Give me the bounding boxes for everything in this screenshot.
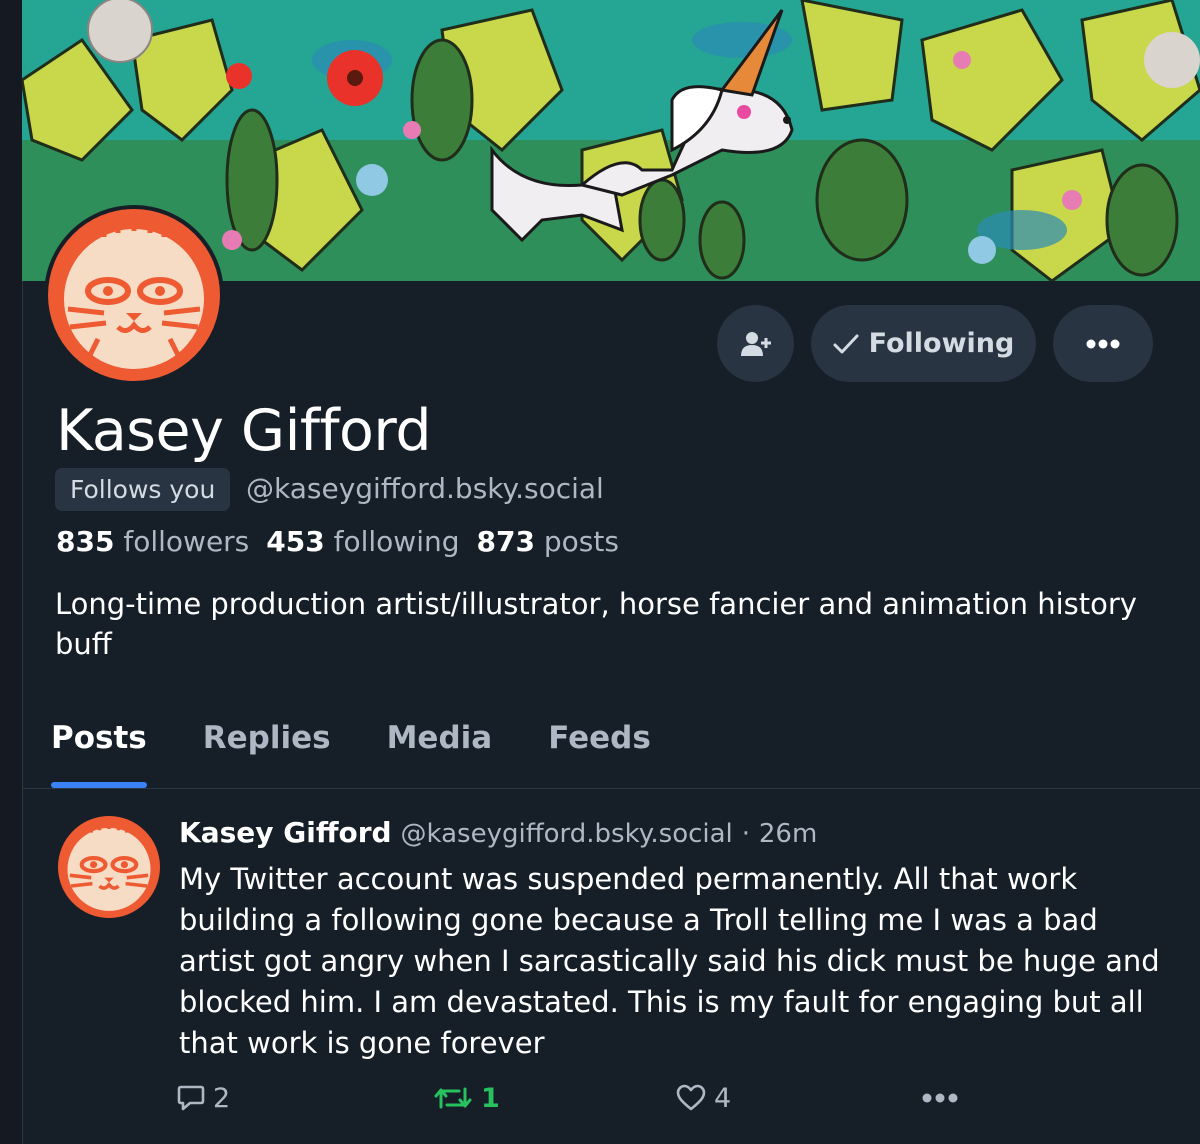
repost-count: 1 — [481, 1082, 500, 1114]
followers-stat[interactable]: 835 followers — [56, 525, 249, 558]
post-more-button[interactable] — [922, 1080, 958, 1116]
check-icon — [833, 334, 859, 353]
ellipsis-icon — [1086, 339, 1120, 348]
post-author-name[interactable]: Kasey Gifford — [179, 816, 392, 849]
follows-you-badge: Follows you — [55, 468, 231, 511]
like-button[interactable]: 4 — [676, 1080, 731, 1116]
post-author-avatar[interactable] — [58, 816, 160, 918]
following-button[interactable]: Following — [811, 305, 1036, 382]
tabs-divider — [23, 788, 1200, 789]
profile-handle: @kaseygifford.bsky.social — [246, 472, 604, 505]
profile-avatar[interactable] — [44, 205, 224, 385]
following-count: 453 — [266, 525, 325, 558]
reply-button[interactable]: 2 — [177, 1080, 230, 1116]
following-stat[interactable]: 453 following — [266, 525, 459, 558]
tab-replies[interactable]: Replies — [203, 720, 331, 788]
posts-label: posts — [543, 525, 619, 558]
repost-button[interactable]: 1 — [433, 1080, 500, 1116]
profile-display-name: Kasey Gifford — [56, 398, 432, 464]
reply-count: 2 — [213, 1082, 231, 1114]
following-button-label: Following — [868, 328, 1015, 359]
post-author-handle[interactable]: @kaseygifford.bsky.social — [401, 819, 733, 849]
posts-count: 873 — [476, 525, 535, 558]
tab-media[interactable]: Media — [387, 720, 493, 788]
post-body: My Twitter account was suspended permane… — [179, 862, 1160, 1060]
followers-label: followers — [123, 525, 250, 558]
post-separator: · — [741, 819, 750, 849]
like-count: 4 — [714, 1082, 732, 1114]
cat-avatar-icon — [58, 816, 160, 918]
following-label: following — [333, 525, 460, 558]
reply-icon — [177, 1085, 205, 1111]
profile-bio: Long-time production artist/illustrator,… — [55, 587, 1137, 661]
ellipsis-icon — [922, 1093, 958, 1103]
repost-icon — [434, 1087, 472, 1109]
add-to-list-button[interactable] — [717, 305, 794, 382]
tab-posts[interactable]: Posts — [51, 720, 147, 788]
heart-icon — [676, 1084, 706, 1111]
cat-avatar-icon — [48, 209, 220, 381]
followers-count: 835 — [56, 525, 115, 558]
tab-feeds[interactable]: Feeds — [548, 720, 651, 788]
profile-tabs: Posts Replies Media Feeds — [51, 720, 707, 788]
posts-stat: 873 posts — [477, 525, 619, 558]
person-add-icon — [740, 331, 771, 356]
post-header: Kasey Gifford @kaseygifford.bsky.social … — [179, 816, 817, 849]
profile-stats: 835 followers 453 following 873 posts — [56, 525, 619, 558]
profile-more-button[interactable] — [1053, 305, 1153, 382]
post-time[interactable]: 26m — [759, 819, 817, 849]
